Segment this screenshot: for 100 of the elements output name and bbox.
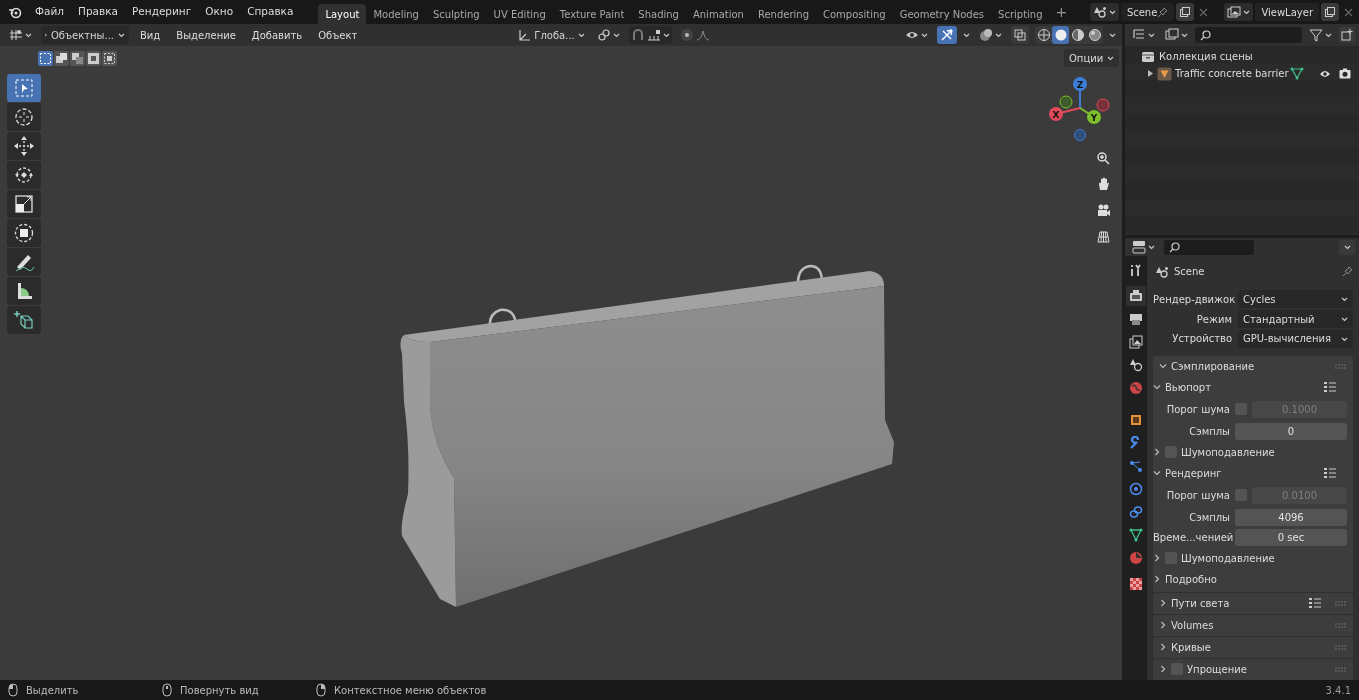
- dropdown[interactable]: GPU-вычисления: [1238, 330, 1353, 348]
- workspace-tab[interactable]: Modeling: [366, 4, 426, 24]
- workspace-tab[interactable]: Sculpting: [425, 4, 487, 24]
- tool-button[interactable]: [7, 190, 41, 218]
- number-field[interactable]: 0: [1235, 423, 1347, 440]
- drag-handle-icon: [1334, 666, 1347, 673]
- xray-button[interactable]: [1011, 26, 1029, 44]
- tool-button[interactable]: [7, 161, 41, 189]
- select-mode-button[interactable]: [38, 51, 53, 66]
- triangle-mesh-icon: [1290, 67, 1304, 80]
- shading-mode-button[interactable]: [1035, 26, 1052, 44]
- workspace-tab[interactable]: Shading: [631, 4, 686, 24]
- menu-item[interactable]: Выделение: [171, 27, 241, 43]
- workspace-tab[interactable]: Scripting: [991, 4, 1050, 24]
- grid-icon: [1096, 228, 1110, 243]
- workspace-tab[interactable]: UV Editing: [486, 4, 553, 24]
- gizmo-toggle[interactable]: [937, 26, 957, 44]
- axis-handle[interactable]: Z: [1073, 77, 1087, 91]
- field-label: Порог шума: [1165, 403, 1230, 417]
- number-field[interactable]: 4096: [1235, 509, 1347, 526]
- properties-tab[interactable]: [1126, 332, 1146, 352]
- select-mode-button[interactable]: [70, 51, 85, 66]
- dashed-square-icon: [39, 52, 52, 65]
- caret-icon: [1109, 32, 1116, 38]
- move-arrows-icon: [13, 135, 35, 157]
- shading-mode-button[interactable]: [1052, 26, 1069, 44]
- dropdown-button[interactable]: [1339, 239, 1355, 255]
- workspace-tab[interactable]: Compositing: [816, 4, 893, 24]
- panel-header[interactable]: Шумоподавление: [1181, 551, 1337, 566]
- select-mode-button[interactable]: [54, 51, 69, 66]
- negative-axis-handle[interactable]: [1074, 129, 1086, 141]
- orientation-dropdown[interactable]: Глоба...: [515, 26, 588, 44]
- image-stack-icon: [1129, 335, 1143, 349]
- menu-item[interactable]: Правка: [73, 4, 123, 20]
- selector-button[interactable]: [1089, 3, 1119, 21]
- version-label: 3.4.1: [1325, 683, 1351, 698]
- caret-icon: [612, 32, 620, 38]
- dropdown[interactable]: Cycles: [1238, 290, 1353, 308]
- tool-button[interactable]: [7, 103, 41, 131]
- menu-item[interactable]: Добавить: [246, 27, 308, 43]
- panel-header[interactable]: Подробно: [1165, 572, 1337, 587]
- scene-icon: [1155, 265, 1169, 278]
- menu-item[interactable]: Объект: [313, 27, 363, 43]
- selector-button[interactable]: [1224, 3, 1254, 21]
- tool-button[interactable]: [7, 219, 41, 247]
- tool-button[interactable]: [7, 248, 41, 276]
- properties-tab[interactable]: [1126, 286, 1146, 306]
- shading-mode-button[interactable]: [1086, 26, 1103, 44]
- camera-icon: [1339, 68, 1351, 79]
- tools-icon: [1129, 263, 1143, 277]
- app-logo-icon: [8, 5, 22, 19]
- menu-item[interactable]: Файл: [30, 4, 69, 20]
- new-button[interactable]: [1321, 3, 1339, 21]
- axis-handle[interactable]: Y: [1087, 110, 1101, 124]
- select-mode-button[interactable]: [102, 51, 117, 66]
- falloff-curve-icon: [695, 28, 710, 42]
- workspace-tab[interactable]: Layout: [318, 4, 367, 24]
- negative-axis-handle[interactable]: [1059, 95, 1073, 109]
- workspace-tab[interactable]: Rendering: [750, 4, 816, 24]
- panel-header[interactable]: Вьюпорт: [1165, 380, 1320, 395]
- tool-button[interactable]: [7, 277, 41, 305]
- particles-icon: [1129, 459, 1143, 473]
- panel-header[interactable]: Рендеринг: [1165, 466, 1320, 481]
- menu-item[interactable]: Справка: [242, 4, 299, 20]
- checkerboard-icon: [1129, 577, 1143, 591]
- tool-button[interactable]: [7, 132, 41, 160]
- drag-handle-icon: [1334, 363, 1347, 370]
- tool-button[interactable]: [7, 306, 41, 334]
- menu-item[interactable]: Окно: [200, 4, 239, 20]
- add-workspace-button[interactable]: +: [1049, 1, 1074, 23]
- workspace-tab[interactable]: Texture Paint: [552, 4, 632, 24]
- new-collection-button[interactable]: [1339, 27, 1355, 43]
- name-field[interactable]: ViewLayer: [1255, 3, 1319, 21]
- workspace-tab[interactable]: Geometry Nodes: [892, 4, 992, 24]
- caret-icon: [118, 32, 125, 38]
- eye-icon: [1319, 68, 1331, 79]
- menu-item[interactable]: Рендеринг: [127, 4, 197, 20]
- search-field[interactable]: [1195, 27, 1302, 43]
- select-mode-button[interactable]: [86, 51, 101, 66]
- menu-item[interactable]: Вид: [135, 27, 166, 43]
- outliner-item[interactable]: Traffic concrete barrier: [1175, 66, 1287, 81]
- number-field[interactable]: 0 sec: [1235, 529, 1347, 547]
- search-field[interactable]: [1164, 239, 1254, 255]
- axis-handle[interactable]: X: [1049, 107, 1063, 121]
- new-button[interactable]: [1176, 3, 1195, 21]
- mode-dropdown[interactable]: Объектны...: [41, 26, 129, 44]
- workspace-tab[interactable]: Animation: [685, 4, 751, 24]
- caret-icon: [1108, 9, 1116, 15]
- proportional-icon: [679, 28, 694, 42]
- panel-header[interactable]: Шумоподавление: [1181, 445, 1337, 460]
- dropdown[interactable]: Стандартный: [1238, 310, 1353, 328]
- options-button[interactable]: Опции: [1064, 49, 1120, 67]
- caret-icon: [963, 32, 970, 38]
- scene-icon: [1092, 6, 1107, 18]
- search-icon: [1169, 241, 1180, 253]
- outliner-item[interactable]: Коллекция сцены: [1159, 49, 1253, 64]
- shading-mode-button[interactable]: [1069, 26, 1086, 44]
- caret-icon: [1148, 32, 1155, 38]
- name-field[interactable]: Scene: [1120, 3, 1175, 21]
- negative-axis-handle[interactable]: [1096, 98, 1110, 112]
